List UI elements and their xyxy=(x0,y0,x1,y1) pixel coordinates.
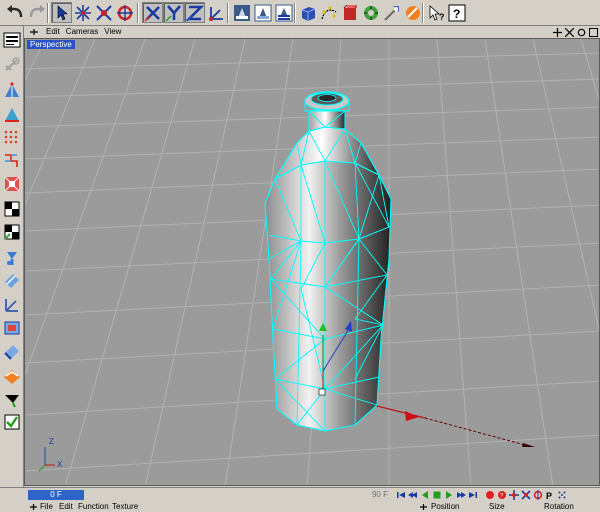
maximize-view-icon[interactable] xyxy=(589,27,598,37)
axis-label-x: X xyxy=(57,460,63,469)
perspective-viewport[interactable]: Perspective Z X xyxy=(24,38,600,486)
texture-axis-icon[interactable] xyxy=(2,199,22,219)
pin-icon[interactable] xyxy=(418,502,428,511)
use-animation-icon[interactable] xyxy=(2,150,22,170)
menu-function[interactable]: Function xyxy=(78,501,109,512)
toolbar-separator xyxy=(137,3,139,23)
spline-pen-icon[interactable] xyxy=(318,2,339,23)
brush-icon[interactable] xyxy=(2,342,22,362)
coord-header-position: Position xyxy=(431,502,460,511)
use-model-icon[interactable] xyxy=(2,30,22,50)
next-key-icon[interactable] xyxy=(456,489,466,501)
material-manager-menu: File Edit Function Texture Position Size… xyxy=(0,501,600,512)
coord-header-rotation: Rotation xyxy=(544,502,574,511)
toolbar-separator xyxy=(422,3,424,23)
use-object-axis-icon[interactable] xyxy=(2,55,22,75)
tweak-icon[interactable] xyxy=(2,295,22,315)
move-icon[interactable] xyxy=(72,2,93,23)
menu-file[interactable]: File xyxy=(40,501,53,512)
position-track-icon[interactable] xyxy=(521,489,531,501)
use-points-icon[interactable] xyxy=(2,80,22,100)
snap-icon[interactable] xyxy=(2,389,22,409)
record-icon[interactable] xyxy=(485,489,495,501)
use-texture-icon[interactable] xyxy=(2,174,22,194)
toolbar-separator xyxy=(227,3,229,23)
soft-selection-icon[interactable] xyxy=(2,271,22,291)
help-context-icon[interactable]: ? xyxy=(446,2,467,23)
viewport-canvas xyxy=(25,39,599,485)
end-frame-label: 90 F xyxy=(371,490,388,499)
toolbar-separator xyxy=(47,3,49,23)
workplane-icon[interactable] xyxy=(2,412,22,432)
layer-icon[interactable] xyxy=(2,366,22,386)
svg-text:?: ? xyxy=(453,7,460,21)
svg-text:?: ? xyxy=(439,12,445,22)
move-view-icon[interactable] xyxy=(553,27,562,37)
mode-toolbar xyxy=(0,26,24,487)
coord-header-size: Size xyxy=(489,502,505,511)
play-forward-icon[interactable] xyxy=(444,489,454,501)
light-icon[interactable] xyxy=(402,2,423,23)
point-level-icon[interactable] xyxy=(557,489,567,501)
y-axis-lock-icon[interactable] xyxy=(163,2,184,23)
play-backwards-icon[interactable] xyxy=(420,489,430,501)
render-active-view-icon[interactable] xyxy=(231,2,252,23)
goto-end-icon[interactable] xyxy=(468,489,478,501)
menu-texture[interactable]: Texture xyxy=(112,501,138,512)
magnet-icon[interactable] xyxy=(2,318,22,338)
autokey-icon[interactable]: ? xyxy=(497,489,507,501)
x-axis-lock-icon[interactable] xyxy=(142,2,163,23)
parameter-track-icon[interactable]: P xyxy=(545,489,555,501)
menu-cameras[interactable]: Cameras xyxy=(66,27,98,37)
rotate-icon[interactable] xyxy=(114,2,135,23)
pin-icon[interactable] xyxy=(28,27,40,37)
menu-edit[interactable]: Edit xyxy=(59,501,73,512)
z-axis-lock-icon[interactable] xyxy=(184,2,205,23)
redo-icon[interactable] xyxy=(26,2,47,23)
svg-text:P: P xyxy=(546,491,552,500)
current-frame-slider[interactable]: 0 F xyxy=(28,490,84,500)
coordinate-system-icon[interactable] xyxy=(205,2,226,23)
pin-icon[interactable] xyxy=(28,502,38,511)
axis-label-z: Z xyxy=(49,437,54,446)
array-icon[interactable] xyxy=(360,2,381,23)
nurbs-icon[interactable] xyxy=(339,2,360,23)
zoom-view-icon[interactable] xyxy=(565,27,574,37)
material-icon[interactable]: ? xyxy=(425,2,446,23)
viewport-menu-bar: Edit Cameras View xyxy=(24,26,600,38)
transport-controls: ? P xyxy=(396,489,567,501)
render-to-picture-viewer-icon[interactable] xyxy=(252,2,273,23)
viewport-title: Perspective xyxy=(27,40,75,49)
rotate-view-icon[interactable] xyxy=(577,28,586,37)
transport-separator xyxy=(480,489,483,501)
keyframe-selection-icon[interactable] xyxy=(509,489,519,501)
menu-edit[interactable]: Edit xyxy=(46,27,60,37)
main-toolbar: ? ? xyxy=(0,0,600,26)
bone-icon[interactable] xyxy=(2,248,22,268)
deformer-icon[interactable] xyxy=(381,2,402,23)
use-polygons-icon[interactable] xyxy=(2,128,22,148)
viewport-nav-controls xyxy=(553,26,598,38)
rotation-track-icon[interactable] xyxy=(533,489,543,501)
use-object-icon[interactable] xyxy=(2,222,22,242)
scale-icon[interactable] xyxy=(93,2,114,23)
stop-icon[interactable] xyxy=(432,489,442,501)
undo-icon[interactable] xyxy=(4,2,25,23)
toolbar-separator xyxy=(294,3,296,23)
render-settings-icon[interactable] xyxy=(273,2,294,23)
goto-start-icon[interactable] xyxy=(396,489,406,501)
menu-view[interactable]: View xyxy=(104,27,121,37)
select-arrow-icon[interactable] xyxy=(51,2,72,23)
use-edges-icon[interactable] xyxy=(2,104,22,124)
cube-primitive-icon[interactable] xyxy=(297,2,318,23)
timeline-bar: 0 F 90 F ? P xyxy=(0,487,600,501)
cinema4d-window: ? ? Edit Cameras View Perspective Z X 0 … xyxy=(0,0,600,512)
prev-key-icon[interactable] xyxy=(408,489,418,501)
